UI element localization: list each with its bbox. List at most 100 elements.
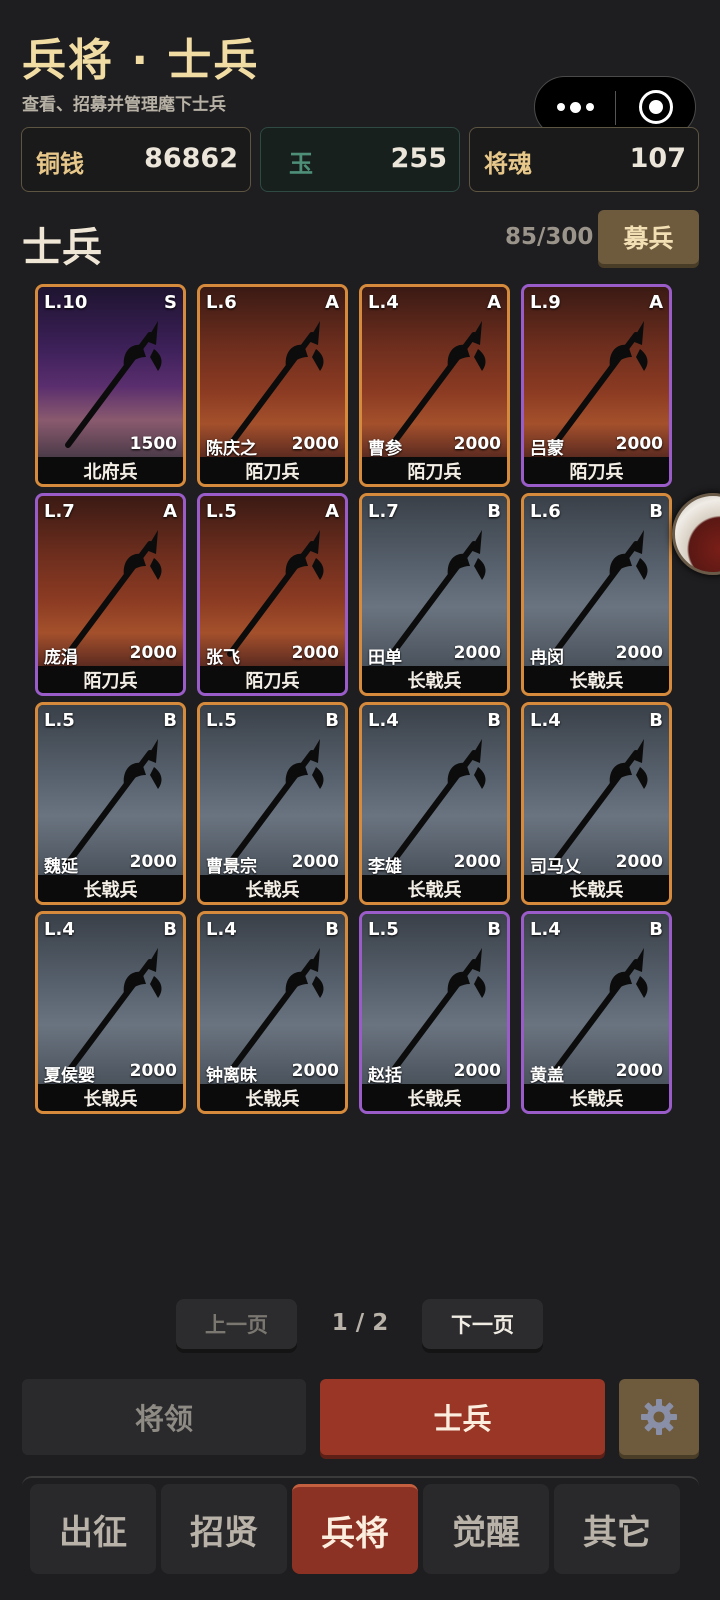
soldier-type: 长戟兵 bbox=[524, 875, 669, 902]
resource-jade-label: 玉 bbox=[289, 150, 313, 178]
soldier-grade: S bbox=[164, 292, 177, 313]
soldier-general-name: 赵括 bbox=[368, 1066, 402, 1086]
soldier-power: 2000 bbox=[129, 643, 177, 663]
soldier-card[interactable]: L.9 A 吕蒙 2000 陌刀兵 bbox=[521, 284, 672, 487]
nav-item[interactable]: 招贤 bbox=[161, 1484, 287, 1574]
nav-item[interactable]: 兵将 bbox=[292, 1484, 418, 1574]
soldier-card[interactable]: L.4 B 黄盖 2000 长戟兵 bbox=[521, 911, 672, 1114]
soldier-grade: B bbox=[487, 501, 501, 522]
next-page-button[interactable]: 下一页 bbox=[422, 1299, 543, 1349]
soldier-general-name: 魏延 bbox=[44, 857, 78, 877]
soldier-general-name: 夏侯婴 bbox=[44, 1066, 95, 1086]
page-indicator: 1 / 2 bbox=[331, 1310, 389, 1336]
capsule-divider bbox=[615, 91, 616, 125]
floating-orb-icon[interactable] bbox=[672, 493, 720, 575]
target-circle-icon[interactable] bbox=[639, 90, 673, 124]
nav-item[interactable]: 其它 bbox=[554, 1484, 680, 1574]
soldier-level: L.9 bbox=[530, 292, 561, 313]
settings-button[interactable] bbox=[619, 1379, 699, 1455]
soldier-general-name: 吕蒙 bbox=[530, 439, 564, 459]
soldier-level: L.4 bbox=[530, 710, 561, 731]
soldier-general-name: 曹参 bbox=[368, 439, 402, 459]
soldier-type: 长戟兵 bbox=[200, 1084, 345, 1111]
soldier-level: L.5 bbox=[44, 710, 75, 731]
soldier-grade: B bbox=[325, 919, 339, 940]
soldier-general-name: 庞涓 bbox=[44, 648, 78, 668]
soldier-general-name: 田单 bbox=[368, 648, 402, 668]
soldier-card[interactable]: L.4 B 李雄 2000 长戟兵 bbox=[359, 702, 510, 905]
soldier-level: L.4 bbox=[44, 919, 75, 940]
soldier-power: 2000 bbox=[453, 852, 501, 872]
tab-generals[interactable]: 将领 bbox=[22, 1379, 306, 1455]
soldier-type: 长戟兵 bbox=[38, 875, 183, 902]
soldier-count: 85/300 bbox=[505, 224, 594, 250]
soldier-type: 陌刀兵 bbox=[200, 666, 345, 693]
soldier-card[interactable]: L.4 B 司马乂 2000 长戟兵 bbox=[521, 702, 672, 905]
soldier-card[interactable]: L.5 B 魏延 2000 长戟兵 bbox=[35, 702, 186, 905]
soldier-level: L.5 bbox=[368, 919, 399, 940]
soldier-level: L.5 bbox=[206, 501, 237, 522]
soldier-card[interactable]: L.7 B 田单 2000 长戟兵 bbox=[359, 493, 510, 696]
soldier-grade: B bbox=[163, 710, 177, 731]
soldier-type: 陌刀兵 bbox=[38, 666, 183, 693]
soldier-card[interactable]: L.4 A 曹参 2000 陌刀兵 bbox=[359, 284, 510, 487]
resource-soul-value: 107 bbox=[629, 143, 686, 174]
soldier-grade: B bbox=[487, 710, 501, 731]
soldier-power: 2000 bbox=[453, 643, 501, 663]
soldier-power: 2000 bbox=[615, 643, 663, 663]
soldier-card[interactable]: L.5 B 曹景宗 2000 长戟兵 bbox=[197, 702, 348, 905]
nav-item[interactable]: 出征 bbox=[30, 1484, 156, 1574]
tab-soldiers[interactable]: 士兵 bbox=[320, 1379, 605, 1455]
soldier-grade: A bbox=[325, 501, 339, 522]
soldier-card[interactable]: L.5 A 张飞 2000 陌刀兵 bbox=[197, 493, 348, 696]
soldier-type: 陌刀兵 bbox=[200, 457, 345, 484]
resource-soul-label: 将魂 bbox=[484, 150, 532, 178]
prev-page-button[interactable]: 上一页 bbox=[176, 1299, 297, 1349]
soldier-level: L.6 bbox=[530, 501, 561, 522]
soldier-card[interactable]: L.4 B 夏侯婴 2000 长戟兵 bbox=[35, 911, 186, 1114]
soldier-level: L.7 bbox=[44, 501, 75, 522]
resource-soul: 将魂 107 bbox=[469, 127, 699, 192]
soldier-card[interactable]: L.10 S 1500 北府兵 bbox=[35, 284, 186, 487]
soldier-power: 2000 bbox=[453, 1061, 501, 1081]
soldier-power: 2000 bbox=[291, 643, 339, 663]
resource-copper-value: 86862 bbox=[144, 143, 238, 174]
resource-jade: 玉 255 bbox=[260, 127, 460, 192]
soldier-level: L.4 bbox=[206, 919, 237, 940]
soldier-power: 2000 bbox=[453, 434, 501, 454]
soldier-grade: B bbox=[163, 919, 177, 940]
soldier-general-name: 钟离昧 bbox=[206, 1066, 257, 1086]
soldier-power: 2000 bbox=[291, 1061, 339, 1081]
soldier-card[interactable]: L.5 B 赵括 2000 长戟兵 bbox=[359, 911, 510, 1114]
soldier-grade: A bbox=[163, 501, 177, 522]
nav-item[interactable]: 觉醒 bbox=[423, 1484, 549, 1574]
soldier-grade: B bbox=[325, 710, 339, 731]
soldier-type: 长戟兵 bbox=[362, 1084, 507, 1111]
section-title: 士兵 bbox=[22, 225, 102, 271]
soldier-general-name: 黄盖 bbox=[530, 1066, 564, 1086]
soldier-card[interactable]: L.6 A 陈庆之 2000 陌刀兵 bbox=[197, 284, 348, 487]
page-subtitle: 查看、招募并管理麾下士兵 bbox=[22, 95, 226, 115]
soldier-power: 2000 bbox=[615, 434, 663, 454]
soldier-type: 陌刀兵 bbox=[524, 457, 669, 484]
soldier-grade: B bbox=[487, 919, 501, 940]
soldier-card[interactable]: L.7 A 庞涓 2000 陌刀兵 bbox=[35, 493, 186, 696]
soldier-type: 长戟兵 bbox=[38, 1084, 183, 1111]
soldier-level: L.5 bbox=[206, 710, 237, 731]
soldier-type: 长戟兵 bbox=[524, 666, 669, 693]
soldier-grade: B bbox=[649, 919, 663, 940]
soldier-card[interactable]: L.4 B 钟离昧 2000 长戟兵 bbox=[197, 911, 348, 1114]
recruit-button[interactable]: 募兵 bbox=[598, 210, 699, 264]
soldier-general-name: 曹景宗 bbox=[206, 857, 257, 877]
soldier-power: 2000 bbox=[615, 852, 663, 872]
soldier-type: 陌刀兵 bbox=[362, 457, 507, 484]
soldier-general-name: 冉闵 bbox=[530, 648, 564, 668]
soldier-power: 2000 bbox=[129, 1061, 177, 1081]
soldier-card[interactable]: L.6 B 冉闵 2000 长戟兵 bbox=[521, 493, 672, 696]
soldier-type: 北府兵 bbox=[38, 457, 183, 484]
soldier-grade: A bbox=[325, 292, 339, 313]
soldier-type: 长戟兵 bbox=[362, 875, 507, 902]
soldier-power: 2000 bbox=[291, 852, 339, 872]
soldier-level: L.6 bbox=[206, 292, 237, 313]
soldier-level: L.4 bbox=[530, 919, 561, 940]
